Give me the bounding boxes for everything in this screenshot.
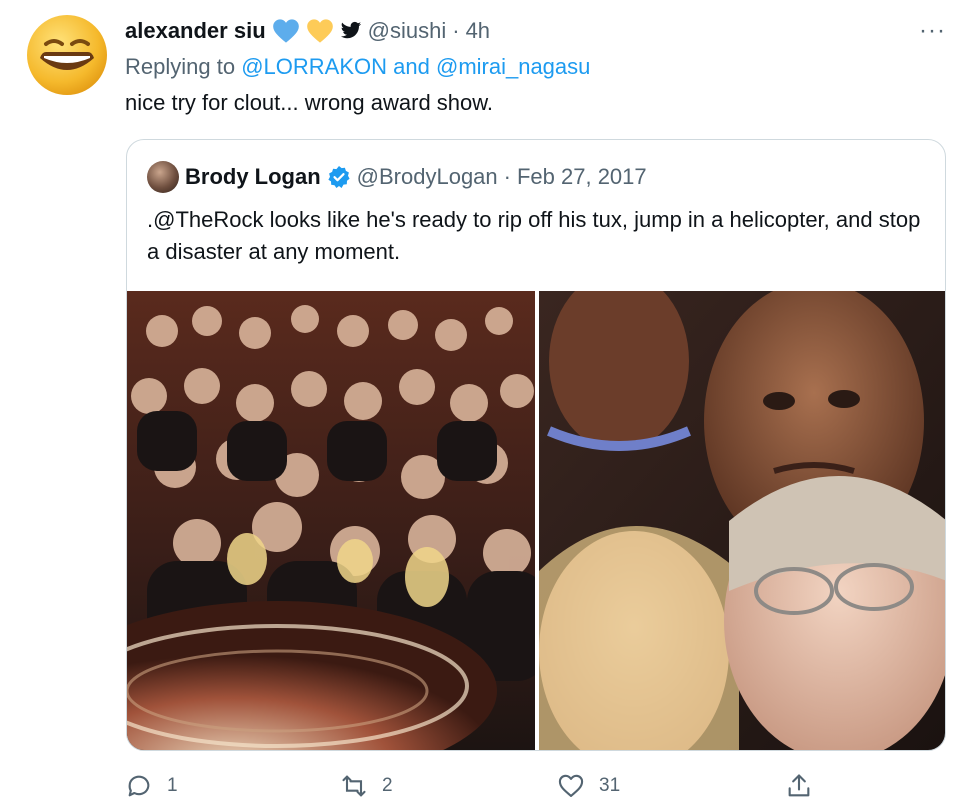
media-grid [127,291,946,751]
separator-dot: · [452,18,460,43]
bird-icon [340,21,361,39]
quoted-avatar[interactable] [147,161,179,193]
share-button[interactable] [785,772,813,800]
tweet-text: nice try for clout... wrong award show. [125,90,494,115]
action-bar: 1 2 31 [125,772,825,806]
replying-to: Replying to @LORRAKON and @mirai_nagasu [125,54,590,80]
quoted-author-name[interactable]: Brody Logan [185,164,321,190]
photo-closeup[interactable] [539,291,946,751]
quoted-tweet[interactable]: Brody Logan @BrodyLogan · Feb 27, 2017 .… [126,139,946,751]
retweet-button[interactable]: 2 [340,772,393,800]
reply-button[interactable]: 1 [125,772,178,800]
separator-dot: · [503,164,511,189]
author-handle[interactable]: @siushi [368,18,447,44]
reply-icon [128,775,150,797]
avatar[interactable] [26,14,108,96]
mention-link[interactable]: @LORRAKON [241,54,387,79]
tweet-timestamp[interactable]: 4h [466,18,490,44]
heart-icon [558,774,584,797]
share-icon [788,774,810,797]
reply-joiner: and [393,54,430,79]
like-count: 31 [599,775,621,796]
reply-prefix: Replying to [125,54,236,79]
quoted-handle[interactable]: @BrodyLogan [357,164,498,190]
reply-count: 1 [167,775,178,796]
tweet[interactable]: alexander siu @siushi · 4h ··· Replying … [0,0,980,808]
tweet-header: alexander siu @siushi · 4h [125,16,490,46]
yellow-heart-icon [306,19,333,43]
photo-audience[interactable] [127,291,535,751]
retweet-count: 2 [382,775,393,796]
more-options-icon[interactable]: ··· [919,16,946,46]
mention-link-2[interactable]: @mirai_nagasu [436,54,590,79]
like-button[interactable]: 31 [557,772,620,800]
quoted-tweet-text: .@TheRock looks like he's ready to rip o… [147,207,921,264]
quoted-tweet-header: Brody Logan @BrodyLogan · Feb 27, 2017 [147,160,647,194]
verified-badge-icon [328,166,350,188]
retweet-icon [342,775,366,797]
blue-heart-icon [272,19,299,43]
quoted-date[interactable]: Feb 27, 2017 [517,164,647,190]
author-name[interactable]: alexander siu [125,18,266,44]
